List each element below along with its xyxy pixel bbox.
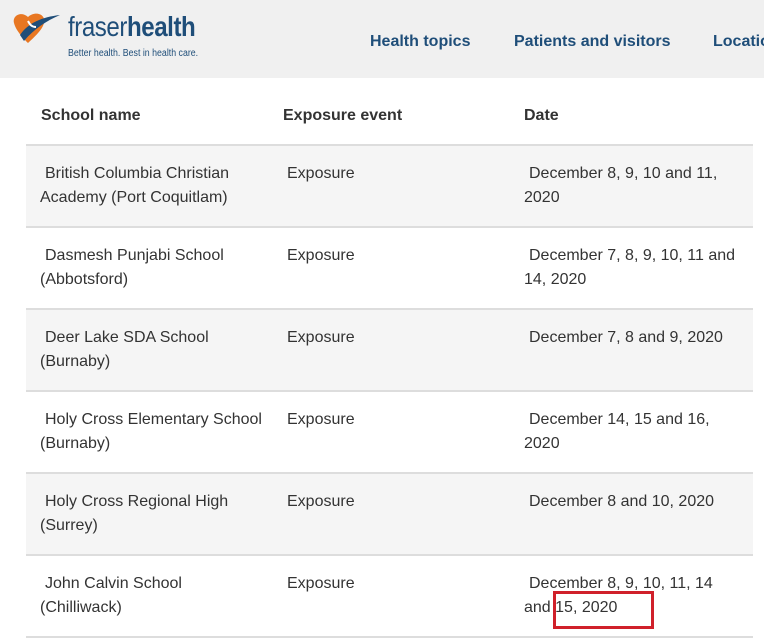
date-cell: December 7, 8, 9, 10, 11 and 14, 2020 xyxy=(524,247,736,288)
date-cell: December 7, 8 and 9, 2020 xyxy=(529,329,723,346)
date-cell: December 8 and 10, 2020 xyxy=(529,493,715,510)
school-name-cell: Dasmesh Punjabi School (Abbotsford) xyxy=(40,247,224,288)
logo-word-light: fraser xyxy=(68,11,127,42)
logo-wordmark[interactable]: fraserhealth xyxy=(68,10,196,44)
nav-health-topics[interactable]: Health topics xyxy=(370,32,470,52)
exposure-event-cell: Exposure xyxy=(287,247,355,264)
exposure-event-cell: Exposure xyxy=(287,493,355,510)
school-name-cell: Deer Lake SDA School (Burnaby) xyxy=(40,329,209,370)
table-row: Holy Cross Elementary School (Burnaby) E… xyxy=(26,392,753,474)
table-row: Dasmesh Punjabi School (Abbotsford) Expo… xyxy=(26,228,753,310)
table-header: School name Exposure event Date xyxy=(26,84,753,146)
date-cell: December 14, 15 and 16, 2020 xyxy=(524,411,710,452)
table-row: Holy Cross Regional High (Surrey) Exposu… xyxy=(26,474,753,556)
school-name-cell: Holy Cross Regional High (Surrey) xyxy=(40,493,229,534)
school-name-cell: John Calvin School (Chilliwack) xyxy=(40,575,182,616)
nav-patients-and-visitors[interactable]: Patients and visitors xyxy=(514,32,671,52)
school-exposures-table: School name Exposure event Date British … xyxy=(26,84,753,638)
nav-locations[interactable]: Locatio xyxy=(713,32,764,52)
exposure-event-cell: Exposure xyxy=(287,329,355,346)
table-row: British Columbia Christian Academy (Port… xyxy=(26,146,753,228)
header-date: Date xyxy=(524,107,559,124)
header-school-name: School name xyxy=(41,107,141,124)
exposure-event-cell: Exposure xyxy=(287,411,355,428)
school-name-cell: British Columbia Christian Academy (Port… xyxy=(40,165,230,206)
school-name-cell: Holy Cross Elementary School (Burnaby) xyxy=(40,411,262,452)
date-cell: December 8, 9, 10 and 11, 2020 xyxy=(524,165,718,206)
fraser-health-logo-icon[interactable] xyxy=(10,9,62,49)
header-exposure-event: Exposure event xyxy=(283,107,403,124)
table-row: Deer Lake SDA School (Burnaby) Exposure … xyxy=(26,310,753,392)
highlight-box xyxy=(553,591,654,629)
exposure-event-cell: Exposure xyxy=(287,575,355,592)
exposure-event-cell: Exposure xyxy=(287,165,355,182)
logo-word-bold: health xyxy=(126,11,196,42)
site-header: fraserhealth Better health. Best in heal… xyxy=(0,0,764,78)
logo-tagline: Better health. Best in health care. xyxy=(68,48,199,59)
